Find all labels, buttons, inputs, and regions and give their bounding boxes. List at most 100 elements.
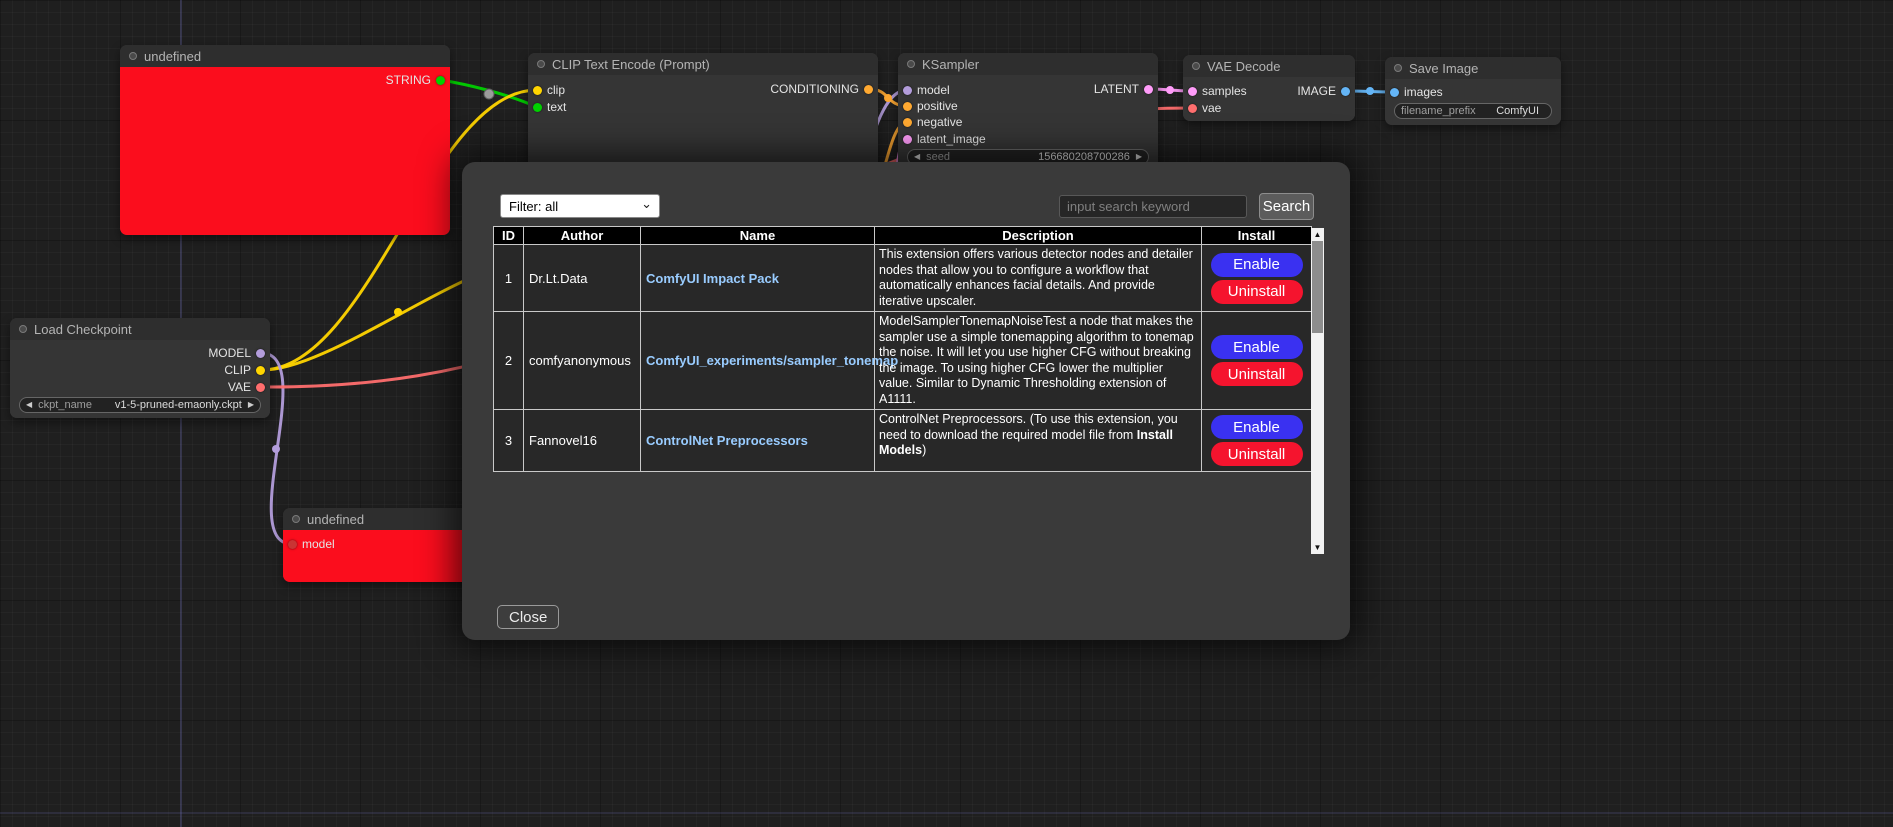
cell-name: ControlNet Preprocessors — [641, 410, 875, 472]
cell-install: Enable Uninstall — [1202, 245, 1312, 312]
node-graph-canvas[interactable]: undefined STRING CLIP Text Encode (Promp… — [0, 0, 1893, 827]
collapse-dot[interactable] — [1394, 64, 1402, 72]
input-slot-positive: positive — [898, 99, 958, 113]
scrollbar-thumb[interactable] — [1312, 241, 1323, 333]
collapse-dot[interactable] — [1192, 62, 1200, 70]
cell-author: Dr.Lt.Data — [524, 245, 641, 312]
input-port-text[interactable] — [533, 103, 542, 112]
cell-description: ControlNet Preprocessors. (To use this e… — [875, 410, 1202, 472]
output-port-clip[interactable] — [256, 366, 265, 375]
slot-label: text — [547, 100, 566, 114]
input-slot-samples: samples — [1183, 84, 1247, 98]
widget-label: filename_prefix — [1401, 105, 1476, 117]
slot-label: samples — [1202, 84, 1247, 98]
link-midpoint-dot — [1166, 86, 1174, 94]
output-port-string[interactable] — [436, 76, 445, 85]
input-slot-negative: negative — [898, 115, 962, 129]
output-port-conditioning[interactable] — [864, 85, 873, 94]
extension-link[interactable]: ComfyUI Impact Pack — [646, 271, 779, 286]
output-slot-conditioning: CONDITIONING — [770, 82, 878, 96]
close-button[interactable]: Close — [497, 605, 559, 629]
input-port-latent-image[interactable] — [903, 135, 912, 144]
input-slot-vae: vae — [1183, 101, 1221, 115]
input-port-clip[interactable] — [533, 86, 542, 95]
ckpt-name-widget[interactable]: ◀ ckpt_name v1-5-pruned-emaonly.ckpt ▶ — [19, 397, 261, 413]
extension-link[interactable]: ControlNet Preprocessors — [646, 433, 808, 448]
widget-label: ckpt_name — [38, 399, 92, 411]
extension-link[interactable]: ComfyUI_experiments/sampler_tonemap — [646, 353, 898, 368]
comfyui-manager-dialog: Filter: all ⌄ Search IDAuthorNameDescrip… — [462, 162, 1350, 640]
output-slot-image: IMAGE — [1297, 84, 1355, 98]
output-port-vae[interactable] — [256, 383, 265, 392]
uninstall-button[interactable]: Uninstall — [1211, 442, 1303, 466]
uninstall-button[interactable]: Uninstall — [1211, 362, 1303, 386]
decrement-icon[interactable]: ◀ — [26, 397, 32, 413]
input-port-model[interactable] — [903, 86, 912, 95]
cell-id: 1 — [494, 245, 524, 312]
slot-label: clip — [547, 83, 565, 97]
cell-id: 2 — [494, 312, 524, 410]
output-port-model[interactable] — [256, 349, 265, 358]
enable-button[interactable]: Enable — [1211, 335, 1303, 359]
node-title: KSampler — [922, 57, 979, 72]
slot-label: vae — [1202, 101, 1221, 115]
input-port-positive[interactable] — [903, 102, 912, 111]
extension-table: IDAuthorNameDescriptionInstall 1Dr.Lt.Da… — [493, 226, 1311, 472]
table-header: IDAuthorNameDescriptionInstall — [494, 227, 1312, 245]
collapse-dot[interactable] — [292, 515, 300, 523]
table-row: 3Fannovel16ControlNet PreprocessorsContr… — [494, 410, 1312, 472]
node-header: VAE Decode — [1183, 55, 1355, 77]
node-save-image[interactable]: Save Image images filename_prefix ComfyU… — [1385, 57, 1561, 125]
collapse-dot[interactable] — [19, 325, 27, 333]
input-port-vae[interactable] — [1188, 104, 1197, 113]
reroute-dot[interactable] — [484, 89, 494, 99]
collapse-dot[interactable] — [129, 52, 137, 60]
enable-button[interactable]: Enable — [1211, 415, 1303, 439]
node-title: CLIP Text Encode (Prompt) — [552, 57, 710, 72]
node-header: undefined — [120, 45, 450, 67]
increment-icon[interactable]: ▶ — [248, 397, 254, 413]
cell-author: Fannovel16 — [524, 410, 641, 472]
output-port-image[interactable] — [1341, 87, 1350, 96]
node-body: MODEL CLIP VAE ◀ ckpt_name v1-5-pruned-e… — [10, 340, 270, 418]
enable-button[interactable]: Enable — [1211, 253, 1303, 277]
filename-prefix-widget[interactable]: filename_prefix ComfyUI — [1394, 103, 1552, 119]
node-vae-decode[interactable]: VAE Decode samples vae IMAGE — [1183, 55, 1355, 121]
node-undefined-top[interactable]: undefined STRING — [120, 45, 450, 235]
widget-value: ComfyUI — [1496, 105, 1539, 117]
search-button[interactable]: Search — [1259, 193, 1314, 220]
input-port-samples[interactable] — [1188, 87, 1197, 96]
input-port-model[interactable] — [288, 540, 297, 549]
input-slot-text: text — [528, 100, 566, 114]
scroll-up-icon[interactable]: ▲ — [1311, 228, 1324, 241]
input-port-negative[interactable] — [903, 118, 912, 127]
cell-install: Enable Uninstall — [1202, 410, 1312, 472]
table-row: 2comfyanonymousComfyUI_experiments/sampl… — [494, 312, 1312, 410]
slot-label: latent_image — [917, 132, 986, 146]
node-body: samples vae IMAGE — [1183, 77, 1355, 121]
collapse-dot[interactable] — [907, 60, 915, 68]
column-header: Description — [875, 227, 1202, 245]
collapse-dot[interactable] — [537, 60, 545, 68]
node-header: KSampler — [898, 53, 1158, 75]
table-row: 1Dr.Lt.DataComfyUI Impact PackThis exten… — [494, 245, 1312, 312]
scroll-down-icon[interactable]: ▼ — [1311, 541, 1324, 554]
filter-select[interactable]: Filter: all — [500, 194, 660, 218]
uninstall-button[interactable]: Uninstall — [1211, 280, 1303, 304]
slot-label: CONDITIONING — [770, 82, 859, 96]
link-midpoint-dot — [272, 445, 280, 453]
input-port-images[interactable] — [1390, 88, 1399, 97]
widget-value: v1-5-pruned-emaonly.ckpt — [115, 399, 242, 411]
filter-select-wrap: Filter: all ⌄ — [500, 194, 660, 218]
scrollbar[interactable]: ▲ ▼ — [1311, 228, 1324, 554]
search-input[interactable] — [1059, 195, 1247, 218]
output-port-latent[interactable] — [1144, 85, 1153, 94]
column-header: ID — [494, 227, 524, 245]
cell-name: ComfyUI_experiments/sampler_tonemap — [641, 312, 875, 410]
cell-name: ComfyUI Impact Pack — [641, 245, 875, 312]
link-midpoint-dot — [394, 308, 402, 316]
output-slot-model: MODEL — [208, 346, 270, 360]
output-slot-latent: LATENT — [1094, 82, 1158, 96]
column-header: Install — [1202, 227, 1312, 245]
node-load-checkpoint[interactable]: Load Checkpoint MODEL CLIP VAE ◀ ckpt_na… — [10, 318, 270, 418]
